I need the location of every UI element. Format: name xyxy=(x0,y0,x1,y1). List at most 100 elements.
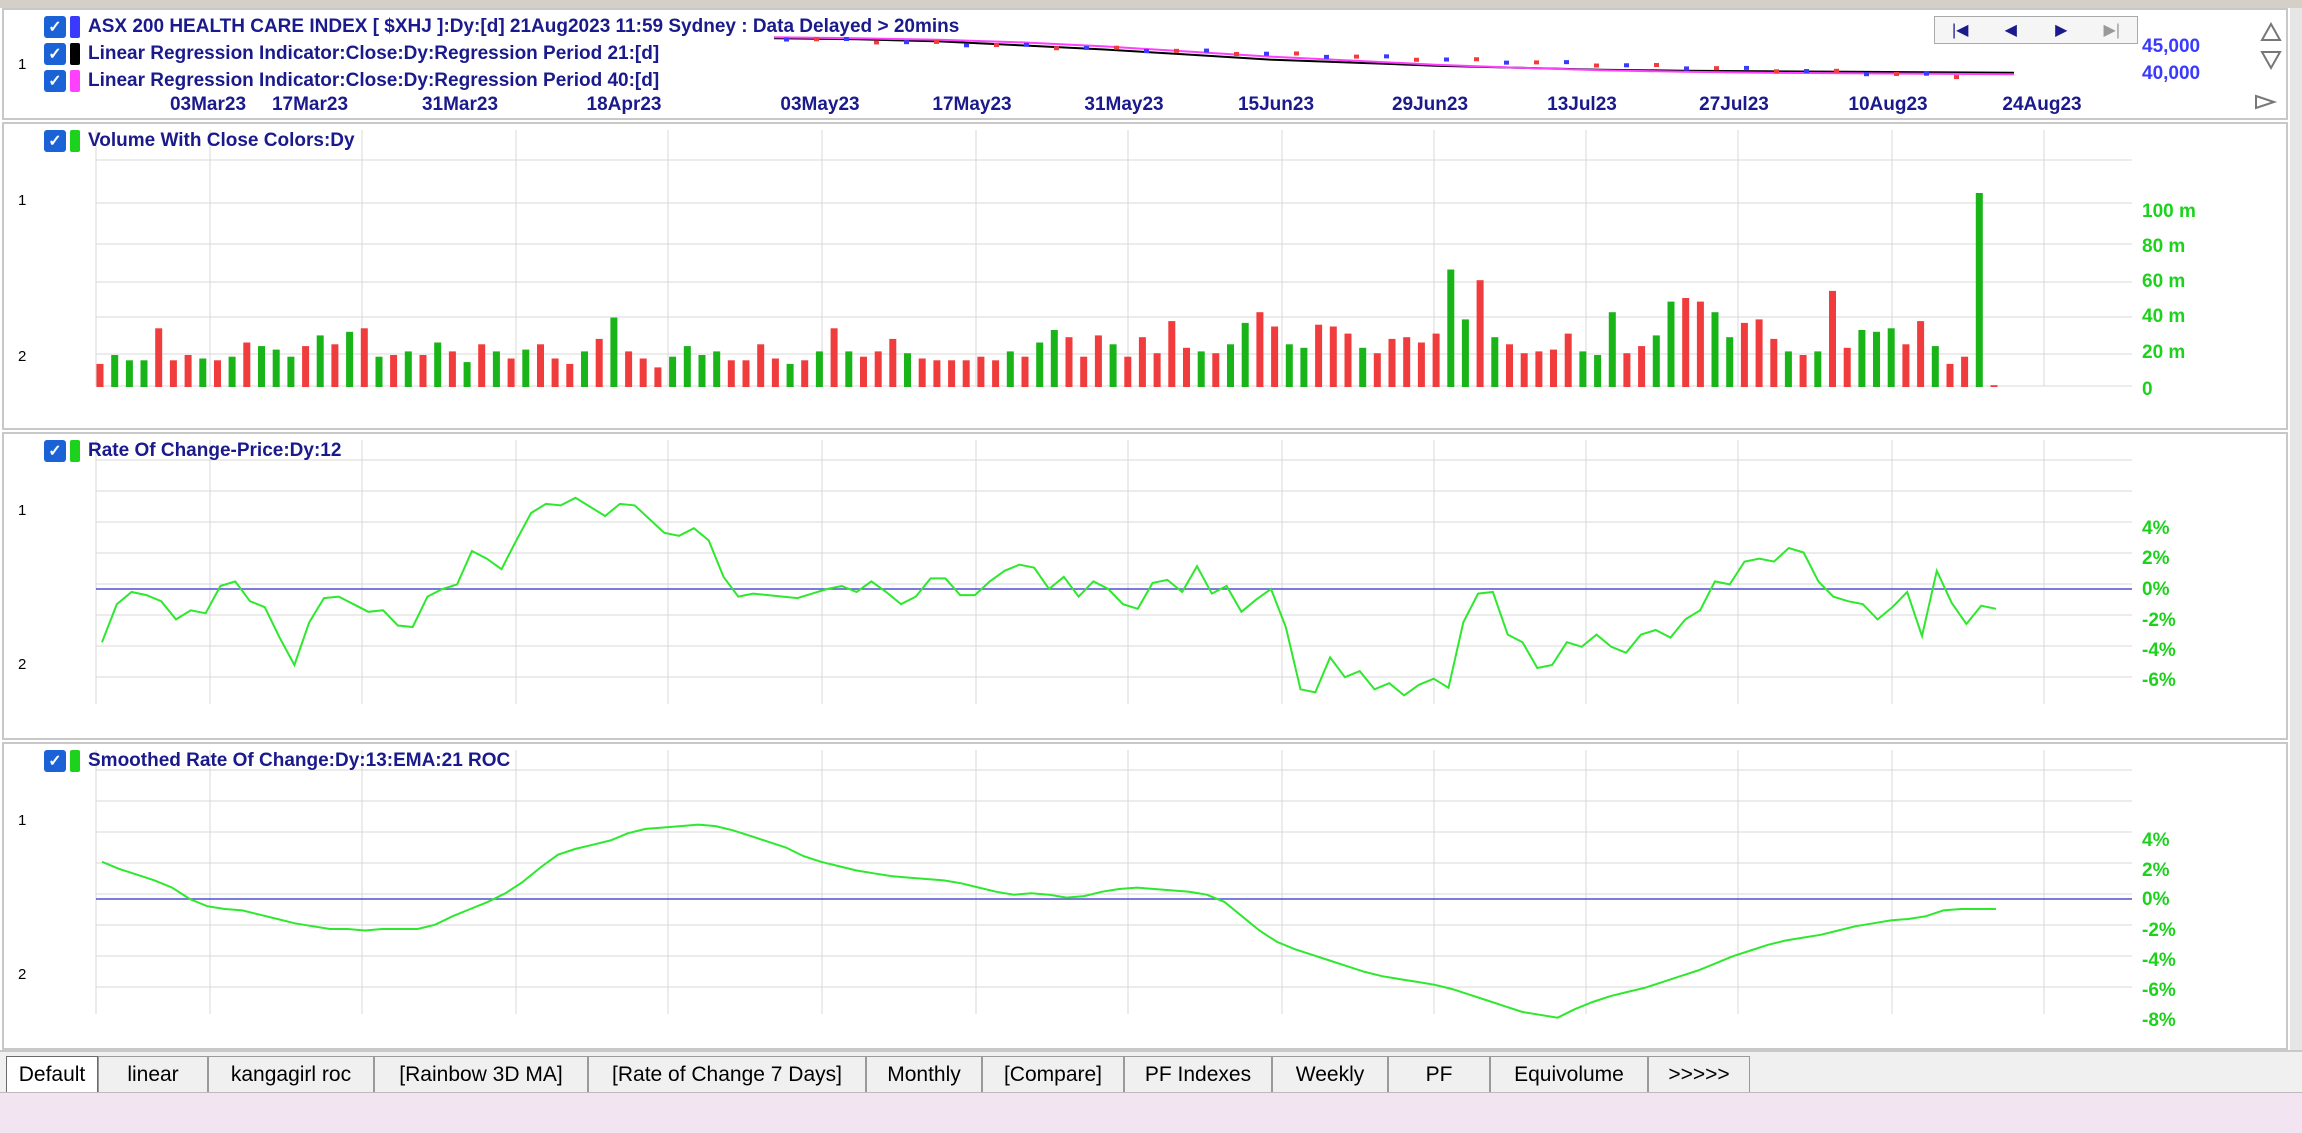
volume-bar xyxy=(727,360,735,387)
roc-scale-label: 2% xyxy=(2142,548,2170,569)
navigation-buttons: |◀ ◀ ▶ ▶| xyxy=(1934,16,2138,44)
price-mark xyxy=(1474,57,1479,62)
tab-pf[interactable]: PF xyxy=(1388,1056,1490,1092)
volume-bar xyxy=(1256,312,1264,387)
roc-legend[interactable]: ✓ Rate Of Change-Price:Dy:12 xyxy=(44,438,341,464)
checkbox-icon[interactable]: ✓ xyxy=(44,70,66,92)
price-mark xyxy=(1054,46,1059,51)
prev-icon[interactable]: ◀ xyxy=(1986,17,2037,43)
last-icon[interactable]: ▶| xyxy=(2087,17,2138,43)
volume-bar xyxy=(551,358,559,387)
price-mark xyxy=(1774,69,1779,74)
sroc-legend[interactable]: ✓ Smoothed Rate Of Change:Dy:13:EMA:21 R… xyxy=(44,748,510,774)
volume-scale-label: 20 m xyxy=(2142,342,2185,363)
volume-bar xyxy=(1109,344,1117,387)
date-axis-label: 10Aug23 xyxy=(1848,94,1927,115)
price-mark xyxy=(1174,48,1179,53)
volume-bar xyxy=(625,351,633,387)
volume-bar xyxy=(390,355,398,387)
price-legend-1[interactable]: ✓ ASX 200 HEALTH CARE INDEX [ $XHJ ]:Dy:… xyxy=(44,14,959,40)
volume-bar xyxy=(331,344,339,387)
price-legend-2[interactable]: ✓ Linear Regression Indicator:Close:Dy:R… xyxy=(44,41,659,67)
volume-bar xyxy=(1550,349,1557,387)
roc-line xyxy=(101,823,1996,1019)
price-mark xyxy=(1894,71,1899,76)
volume-bar xyxy=(537,344,544,387)
volume-bar xyxy=(683,346,691,387)
date-axis-label: 24Aug23 xyxy=(2002,94,2081,115)
volume-bar xyxy=(742,360,750,387)
volume-bar xyxy=(1065,337,1073,387)
price-mark xyxy=(1414,57,1419,62)
volume-bar xyxy=(962,360,970,387)
price-mark xyxy=(934,39,939,44)
price-mark xyxy=(1594,63,1599,68)
volume-bar xyxy=(1887,328,1895,387)
tab-linear[interactable]: linear xyxy=(98,1056,208,1092)
volume-bar xyxy=(1623,353,1631,387)
volume-bar xyxy=(786,363,794,387)
volume-bar xyxy=(302,346,310,387)
price-mark xyxy=(1294,51,1299,56)
checkbox-icon[interactable]: ✓ xyxy=(44,16,66,38)
volume-bar xyxy=(1403,337,1411,387)
next-icon[interactable]: ▶ xyxy=(2036,17,2087,43)
roc-scale-label: -2% xyxy=(2142,610,2176,631)
series-color-swatch xyxy=(70,440,80,462)
volume-bar xyxy=(874,351,882,387)
date-axis-label: 31May23 xyxy=(1084,94,1163,115)
price-legend-3[interactable]: ✓ Linear Regression Indicator:Close:Dy:R… xyxy=(44,68,659,94)
price-mark xyxy=(1084,45,1089,50)
tab-monthly[interactable]: Monthly xyxy=(866,1056,982,1092)
checkbox-icon[interactable]: ✓ xyxy=(44,43,66,65)
sroc-chart: 4% 2% 0% -2% -4% -6% -8% xyxy=(95,750,2176,1031)
date-axis-label: 13Jul23 xyxy=(1547,94,1617,115)
volume-scale-label: 80 m xyxy=(2142,236,2185,257)
volume-bar xyxy=(1285,344,1293,387)
checkbox-icon[interactable]: ✓ xyxy=(44,130,66,152)
checkbox-icon[interactable]: ✓ xyxy=(44,750,66,772)
date-axis-label: 27Jul23 xyxy=(1699,94,1769,115)
volume-bar xyxy=(1990,385,1998,387)
volume-bar xyxy=(566,363,574,387)
tab-compare[interactable]: [Compare] xyxy=(982,1056,1124,1092)
scroll-right-icon[interactable] xyxy=(2252,92,2278,112)
series-color-swatch xyxy=(70,130,80,152)
volume-bar xyxy=(419,355,427,387)
tab-equivolume[interactable]: Equivolume xyxy=(1490,1056,1648,1092)
zoom-arrows[interactable] xyxy=(2256,20,2286,72)
volume-bar xyxy=(140,360,148,387)
roc-scale-label: 4% xyxy=(2142,830,2170,851)
volume-legend[interactable]: ✓ Volume With Close Colors:Dy xyxy=(44,128,355,154)
first-icon[interactable]: |◀ xyxy=(1935,17,1986,43)
volume-bar xyxy=(96,363,104,387)
zoom-arrows-icon xyxy=(2260,21,2282,71)
price-mark xyxy=(1444,57,1449,62)
tab-default[interactable]: Default xyxy=(6,1056,98,1092)
volume-bar xyxy=(258,346,265,387)
tab-more[interactable]: >>>>> xyxy=(1648,1056,1750,1092)
volume-bar xyxy=(287,356,295,387)
price-legend-2-text: Linear Regression Indicator:Close:Dy:Reg… xyxy=(88,43,660,64)
price-mark xyxy=(1264,51,1269,56)
volume-bar xyxy=(992,360,1000,387)
volume-bar xyxy=(1447,269,1455,387)
tab-kangagirl-roc[interactable]: kangagirl roc xyxy=(208,1056,374,1092)
volume-bar xyxy=(1227,344,1234,387)
volume-bar xyxy=(1359,347,1367,387)
volume-bar xyxy=(1638,346,1646,387)
volume-bar xyxy=(1138,337,1146,387)
volume-bar xyxy=(1579,351,1587,387)
vertical-scrollbar[interactable] xyxy=(2290,8,2302,1050)
roc-scale-label: 0% xyxy=(2142,889,2170,910)
checkbox-icon[interactable]: ✓ xyxy=(44,440,66,462)
volume-bar xyxy=(448,351,456,387)
volume-bar xyxy=(1682,298,1690,387)
volume-bar xyxy=(492,351,500,387)
tab-rainbow-3d-ma[interactable]: [Rainbow 3D MA] xyxy=(374,1056,588,1092)
volume-bar xyxy=(1461,319,1469,387)
tab-pf-indexes[interactable]: PF Indexes xyxy=(1124,1056,1272,1092)
volume-bar xyxy=(771,358,779,387)
tab-rate-of-change-7-days[interactable]: [Rate of Change 7 Days] xyxy=(588,1056,866,1092)
tab-weekly[interactable]: Weekly xyxy=(1272,1056,1388,1092)
